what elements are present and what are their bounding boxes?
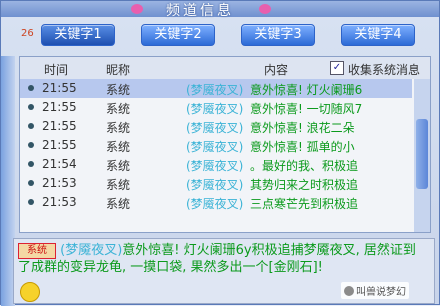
- row-user: (梦魇夜叉): [186, 197, 244, 211]
- message-table: 时间 昵称 内容 ✓ 收集系统消息 21:55 系统 (梦魇夜叉) 意外惊喜! …: [19, 56, 431, 233]
- detail-user[interactable]: (梦魇夜叉): [60, 243, 122, 258]
- row-user: (梦魇夜叉): [186, 159, 244, 173]
- row-time: 21:53: [42, 195, 77, 209]
- bullet-icon: [28, 123, 34, 129]
- keyword-tabs: 26 关键字1 关键字2 关键字3 关键字4: [1, 21, 439, 49]
- table-row[interactable]: 21:54 系统 (梦魇夜叉) 。最好的我、积极追: [20, 155, 412, 174]
- tab-keyword-1[interactable]: 关键字1: [41, 24, 115, 46]
- message-list: 21:55 系统 (梦魇夜叉) 意外惊喜! 灯火阑珊6 21:55 系统 (梦魇…: [20, 79, 412, 212]
- row-time: 21:54: [42, 157, 77, 171]
- row-user: (梦魇夜叉): [186, 121, 244, 135]
- title-left-decoration-icon: [131, 4, 143, 14]
- bullet-icon: [28, 142, 34, 148]
- detail-text: 系统 (梦魇夜叉)意外惊喜! 灯火阑珊6y积极追捕梦魇夜叉, 居然证到了成群的变…: [18, 242, 428, 276]
- watermark-text: 叫兽说梦幻: [356, 287, 406, 298]
- scrollbar-thumb[interactable]: [416, 119, 428, 189]
- row-message: 其势归来之时积极追: [250, 178, 359, 192]
- column-content: 内容: [264, 63, 289, 77]
- row-time: 21:55: [42, 138, 77, 152]
- table-row[interactable]: 21:55 系统 (梦魇夜叉) 意外惊喜! 浪花二朵: [20, 117, 412, 136]
- row-message: 意外惊喜! 灯火阑珊6: [250, 83, 363, 97]
- row-nick: 系统: [106, 159, 131, 173]
- table-header: 时间 昵称 内容 ✓ 收集系统消息: [20, 57, 430, 79]
- table-row[interactable]: 21:55 系统 (梦魇夜叉) 意外惊喜! 孤单的小: [20, 136, 412, 155]
- bullet-icon: [28, 199, 34, 205]
- row-time: 21:53: [42, 176, 77, 190]
- system-badge: 系统: [18, 243, 56, 259]
- collect-system-checkbox[interactable]: ✓: [330, 61, 344, 75]
- row-time: 21:55: [42, 119, 77, 133]
- table-row[interactable]: 21:55 系统 (梦魇夜叉) 意外惊喜! 一切随风7: [20, 98, 412, 117]
- row-message: 意外惊喜! 孤单的小: [250, 140, 355, 154]
- row-time: 21:55: [42, 100, 77, 114]
- bullet-icon: [28, 180, 34, 186]
- message-scrollbar[interactable]: [414, 79, 430, 232]
- titlebar: 频道信息: [1, 1, 439, 19]
- row-user: (梦魇夜叉): [186, 140, 244, 154]
- table-row[interactable]: 21:55 系统 (梦魇夜叉) 意外惊喜! 灯火阑珊6: [20, 79, 412, 98]
- table-row[interactable]: 21:53 系统 (梦魇夜叉) 其势归来之时积极追: [20, 174, 412, 193]
- row-message: 。最好的我、积极追: [250, 159, 359, 173]
- collect-system-label: 收集系统消息: [348, 63, 421, 77]
- row-user: (梦魇夜叉): [186, 178, 244, 192]
- tab-keyword-2[interactable]: 关键字2: [141, 24, 215, 46]
- table-row[interactable]: 21:53 系统 (梦魇夜叉) 三点寒芒先到积极追: [20, 193, 412, 212]
- window-title: 频道信息: [166, 3, 234, 19]
- column-nick: 昵称: [106, 63, 131, 77]
- row-nick: 系统: [106, 102, 131, 116]
- row-nick: 系统: [106, 121, 131, 135]
- title-right-decoration-icon: [259, 4, 271, 14]
- column-time: 时间: [44, 63, 69, 77]
- watermark-icon: [344, 286, 354, 296]
- bullet-icon: [28, 161, 34, 167]
- bullet-icon: [28, 85, 34, 91]
- row-nick: 系统: [106, 197, 131, 211]
- tab-count: 26: [21, 28, 34, 39]
- row-nick: 系统: [106, 140, 131, 154]
- row-user: (梦魇夜叉): [186, 102, 244, 116]
- row-nick: 系统: [106, 178, 131, 192]
- tab-keyword-3[interactable]: 关键字3: [241, 24, 315, 46]
- detail-item[interactable]: [金刚石]!: [269, 260, 323, 275]
- row-nick: 系统: [106, 83, 131, 97]
- bullet-icon: [28, 104, 34, 110]
- watermark: 叫兽说梦幻: [341, 282, 409, 299]
- emoji-icon[interactable]: [20, 282, 40, 302]
- row-message: 意外惊喜! 一切随风7: [250, 102, 363, 116]
- row-message: 三点寒芒先到积极追: [250, 197, 359, 211]
- row-time: 21:55: [42, 81, 77, 95]
- tab-keyword-4[interactable]: 关键字4: [341, 24, 415, 46]
- row-message: 意外惊喜! 浪花二朵: [250, 121, 355, 135]
- row-user: (梦魇夜叉): [186, 83, 244, 97]
- channel-info-window: 频道信息 26 关键字1 关键字2 关键字3 关键字4 时间 昵称 内容 ✓ 收…: [0, 0, 440, 306]
